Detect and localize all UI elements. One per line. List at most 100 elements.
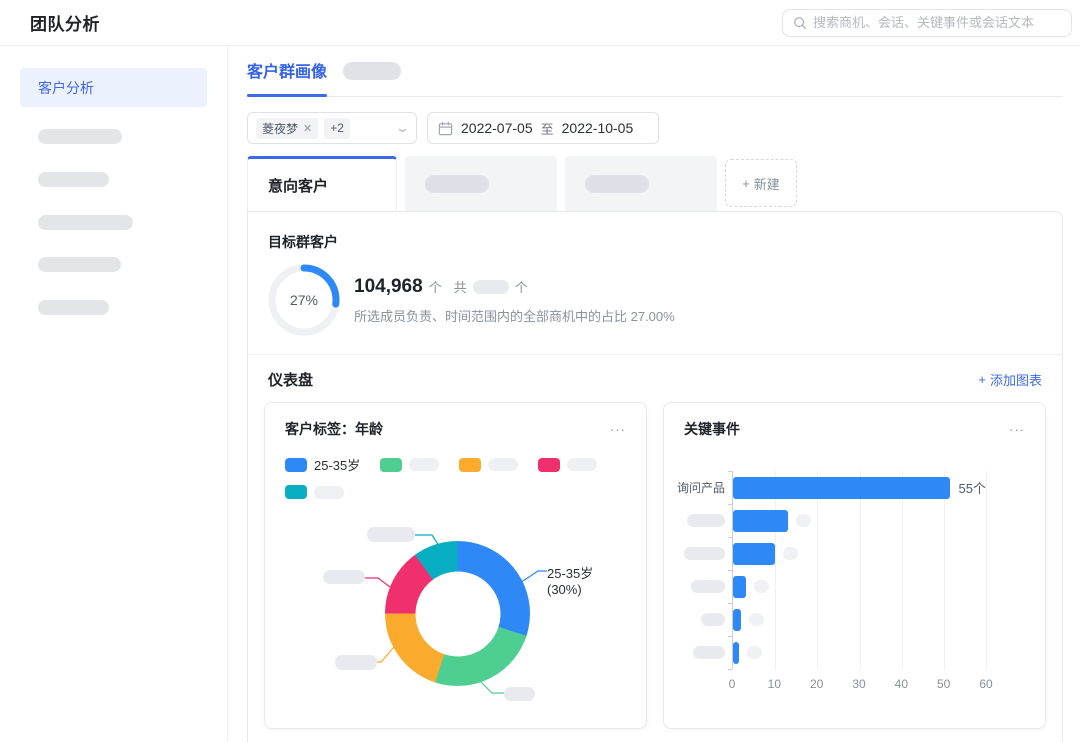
sidebar-item-label: 客户分析 <box>38 78 94 98</box>
key-events-plot: 55个 <box>732 471 986 669</box>
gridline <box>986 471 987 669</box>
more-options-icon[interactable]: ··· <box>1009 423 1025 436</box>
bar[interactable] <box>733 576 746 598</box>
legend-label-placeholder <box>567 458 597 471</box>
total-unit: 个 <box>515 277 528 296</box>
bar[interactable] <box>733 642 739 664</box>
bar[interactable] <box>733 543 775 565</box>
x-tick-label: 20 <box>810 677 823 691</box>
target-note: 所选成员负责、时间范围内的全部商机中的占比 27.00% <box>354 306 675 325</box>
legend-swatch <box>380 458 402 472</box>
remove-member-icon[interactable]: ✕ <box>303 122 312 135</box>
chevron-down-icon: ⌄ <box>395 120 410 136</box>
tab-placeholder-label <box>585 175 649 193</box>
sidebar-item-customer-analysis[interactable]: 客户分析 <box>20 68 207 107</box>
tab-intent-customers[interactable]: 意向客户 <box>247 156 397 211</box>
app-header: 团队分析 <box>0 0 1080 46</box>
bar-row <box>733 570 986 603</box>
plus-icon: + <box>978 372 986 387</box>
tab-placeholder[interactable] <box>565 156 717 211</box>
age-donut-legend: 25-35岁 <box>285 455 626 499</box>
page-tab-bar: 客户群画像 <box>247 58 1063 97</box>
donut-callout-label: 25-35岁(30%) <box>547 563 626 597</box>
date-start: 2022-07-05 <box>461 120 533 136</box>
axis-tick <box>728 603 732 604</box>
member-select[interactable]: 菱夜梦 ✕ +2 ⌄ <box>247 112 417 144</box>
bar-category-label <box>684 636 732 669</box>
tab-placeholder-label <box>425 175 489 193</box>
member-chip-label: 菱夜梦 <box>262 120 298 137</box>
sidebar-item-placeholder[interactable] <box>38 300 109 315</box>
more-options-icon[interactable]: ··· <box>610 423 626 436</box>
legend-label-placeholder <box>409 458 439 471</box>
x-tick-label: 30 <box>852 677 865 691</box>
filter-row: 菱夜梦 ✕ +2 ⌄ 2022-07-05 至 2022-10-05 <box>247 112 1063 144</box>
legend-label: 25-35岁 <box>314 455 360 474</box>
bar-value-placeholder <box>749 613 764 626</box>
date-end: 2022-10-05 <box>562 120 634 136</box>
legend-item[interactable]: 25-35岁 <box>285 455 360 474</box>
bar-value-placeholder <box>754 580 769 593</box>
donut-callout-lines <box>285 505 626 717</box>
x-tick-label: 0 <box>729 677 736 691</box>
key-events-chart: 询问产品 55个 0 10 20 30 40 50 60 <box>684 471 1025 695</box>
x-tick-label: 50 <box>937 677 950 691</box>
tab-customer-group-portrait[interactable]: 客户群画像 <box>247 58 327 96</box>
legend-swatch <box>285 485 307 499</box>
sidebar-item-placeholder[interactable] <box>38 257 121 272</box>
bar-category-label <box>684 603 732 636</box>
x-tick-label: 10 <box>768 677 781 691</box>
bar[interactable] <box>733 510 788 532</box>
legend-swatch <box>285 458 307 472</box>
gauge-percent-label: 27% <box>268 264 340 336</box>
legend-item[interactable] <box>538 455 597 474</box>
donut-label-placeholder <box>504 687 535 701</box>
axis-tick <box>728 471 732 472</box>
bar[interactable] <box>733 609 741 631</box>
legend-item[interactable] <box>285 485 344 499</box>
bar-value-label: 55个 <box>959 478 986 497</box>
key-events-xlabels: 0102030405060 <box>732 677 986 695</box>
target-percent-gauge: 27% <box>268 264 340 336</box>
bar-row <box>733 603 986 636</box>
bar-value-placeholder <box>747 646 762 659</box>
bar-row <box>733 504 986 537</box>
tab-placeholder[interactable] <box>405 156 557 211</box>
dashboard-title: 仪表盘 <box>268 369 313 390</box>
legend-item[interactable] <box>459 455 518 474</box>
global-search[interactable] <box>782 9 1072 37</box>
plus-icon: + <box>742 176 750 191</box>
x-tick-label: 60 <box>979 677 992 691</box>
member-extra-count-chip: +2 <box>324 118 350 139</box>
legend-swatch <box>538 458 560 472</box>
legend-swatch <box>459 458 481 472</box>
x-tick-label: 40 <box>895 677 908 691</box>
bar-value-placeholder <box>796 514 811 527</box>
new-segment-button[interactable]: + 新建 <box>725 159 797 207</box>
donut-label-placeholder <box>323 570 365 584</box>
add-chart-button[interactable]: + 添加图表 <box>978 370 1042 389</box>
card-title: 关键事件 <box>684 419 740 439</box>
legend-item[interactable] <box>380 455 439 474</box>
age-donut-plot: 25-35岁(30%) <box>285 505 626 717</box>
bar[interactable] <box>733 477 950 499</box>
sidebar-item-placeholder[interactable] <box>38 172 109 187</box>
member-chip: 菱夜梦 ✕ <box>256 118 318 139</box>
target-count: 104,968 <box>354 276 423 298</box>
legend-label-placeholder <box>488 458 518 471</box>
search-input[interactable] <box>813 15 1061 30</box>
axis-tick <box>728 504 732 505</box>
bar-category-label: 询问产品 <box>684 471 732 504</box>
target-group-title: 目标群客户 <box>268 232 1042 252</box>
tab-placeholder[interactable] <box>343 62 401 80</box>
count-unit: 个 <box>429 277 442 296</box>
bar-row: 55个 <box>733 471 986 504</box>
sidebar-item-placeholder[interactable] <box>38 215 133 230</box>
date-range-picker[interactable]: 2022-07-05 至 2022-10-05 <box>427 112 659 144</box>
new-segment-label: 新建 <box>754 174 780 193</box>
donut-label-placeholder <box>335 655 377 670</box>
axis-tick <box>728 570 732 571</box>
sidebar-item-placeholder[interactable] <box>38 129 122 144</box>
bar-category-label <box>684 570 732 603</box>
date-separator: 至 <box>541 119 554 138</box>
